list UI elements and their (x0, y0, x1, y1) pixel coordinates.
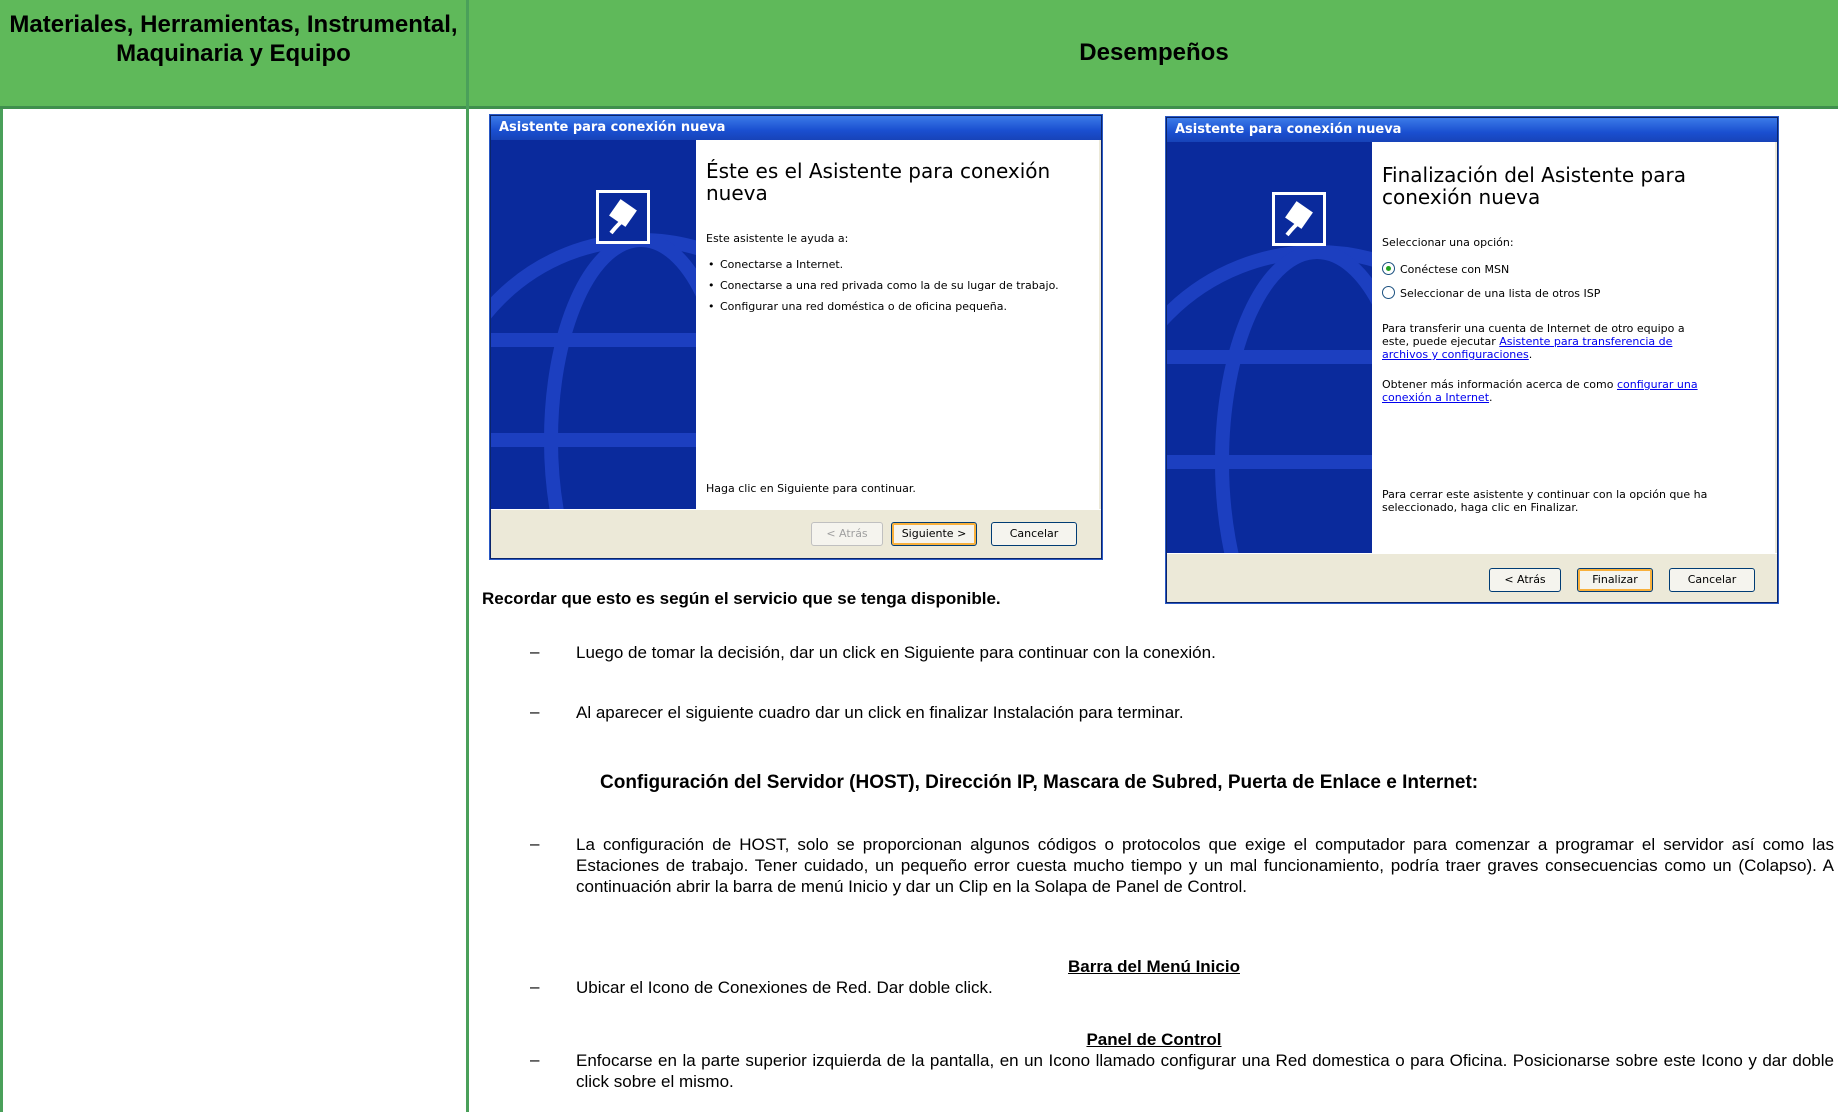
wizard-bullet: Conectarse a una red privada como la de … (706, 279, 1076, 292)
subheading-control-panel: Panel de Control (1086, 1030, 1222, 1049)
radio-selected-icon (1382, 262, 1395, 275)
header-performance: Desempeños (470, 0, 1838, 106)
option-isp-list[interactable]: Seleccionar de una lista de otros ISP (1382, 286, 1600, 300)
wizard-intro: Este asistente le ayuda a: (706, 232, 849, 245)
list-dash: – (530, 834, 540, 853)
image-caption: Recordar que esto es según el servicio q… (482, 589, 1001, 608)
list-item: La configuración de HOST, solo se propor… (576, 835, 1834, 896)
list-dash: – (530, 1050, 540, 1069)
wizard-sidebar (491, 140, 696, 534)
header-materials: Materiales, Herramientas, Instrumental, … (9, 11, 458, 67)
list-dash: – (530, 702, 540, 721)
option-isp-label: Seleccionar de una lista de otros ISP (1400, 287, 1601, 300)
wizard-bullet-list: Conectarse a Internet. Conectarse a una … (706, 258, 1076, 321)
list-item: Al aparecer el siguiente cuadro dar un c… (576, 703, 1184, 722)
wizard-content: Éste es el Asistente para conexión nueva… (696, 140, 1099, 534)
cancel-button[interactable]: Cancelar (1669, 568, 1755, 592)
finish-button[interactable]: Finalizar (1577, 568, 1653, 592)
wizard-heading: Finalización del Asistente para conexión… (1382, 163, 1686, 209)
column-divider (466, 0, 469, 1112)
wizard-footer-text: Haga clic en Siguiente para continuar. (706, 482, 916, 495)
globe-graphic (1167, 245, 1372, 560)
section-heading: Configuración del Servidor (HOST), Direc… (600, 772, 1479, 793)
wizard-titlebar: Asistente para conexión nueva (1167, 118, 1777, 142)
wizard-content: Finalización del Asistente para conexión… (1372, 142, 1775, 560)
wizard-button-bar: < Atrás Siguiente > Cancelar (491, 509, 1101, 558)
wizard-footer-text: Para cerrar este asistente y continuar c… (1382, 488, 1708, 514)
info-text: Obtener más información acerca de como (1382, 378, 1614, 391)
back-button[interactable]: < Atrás (1489, 568, 1561, 592)
globe-graphic (491, 233, 696, 534)
wizard-titlebar: Asistente para conexión nueva (491, 116, 1101, 140)
radio-unselected-icon (1382, 286, 1395, 299)
wizard-window-welcome: Asistente para conexión nueva Éste es el… (490, 115, 1102, 559)
option-msn[interactable]: Conéctese con MSN (1382, 262, 1509, 276)
cancel-button[interactable]: Cancelar (991, 522, 1077, 546)
wizard-heading: Éste es el Asistente para conexión nueva (706, 159, 1051, 205)
header-performance-label: Desempeños (1079, 39, 1229, 66)
wizard-bullet: Configurar una red doméstica o de oficin… (706, 300, 1076, 313)
next-button[interactable]: Siguiente > (891, 522, 977, 546)
info-paragraph: Obtener más información acerca de como c… (1382, 378, 1698, 404)
wizard-button-bar: < Atrás Finalizar Cancelar (1167, 553, 1777, 602)
list-dash: – (530, 642, 540, 661)
list-item: Luego de tomar la decisión, dar un click… (576, 643, 1216, 662)
select-option-label: Seleccionar una opción: (1382, 236, 1514, 249)
network-cable-icon (1272, 192, 1326, 246)
network-cable-icon (596, 190, 650, 244)
transfer-paragraph: Para transferir una cuenta de Internet d… (1382, 322, 1685, 361)
list-item: Ubicar el Icono de Conexiones de Red. Da… (576, 978, 993, 997)
subheading-start-menu: Barra del Menú Inicio (1068, 957, 1240, 976)
list-dash: – (530, 977, 540, 996)
back-button[interactable]: < Atrás (811, 522, 883, 546)
option-msn-label: Conéctese con MSN (1400, 263, 1510, 276)
wizard-sidebar (1167, 142, 1372, 560)
wizard-bullet: Conectarse a Internet. (706, 258, 1076, 271)
list-item: Enfocarse en la parte superior izquierda… (576, 1051, 1834, 1091)
wizard-window-finish: Asistente para conexión nueva Finalizaci… (1166, 117, 1778, 603)
